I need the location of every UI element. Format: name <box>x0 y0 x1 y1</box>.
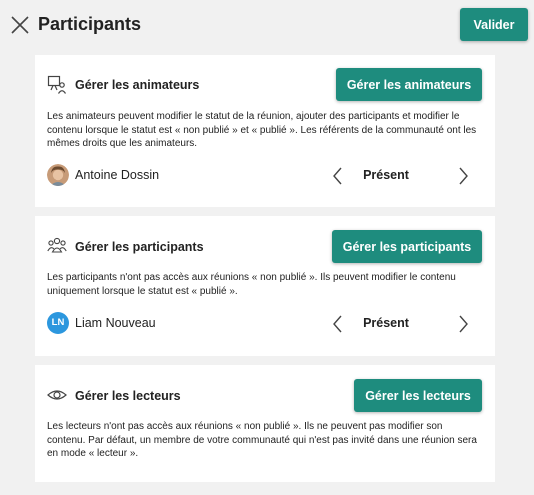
validate-button[interactable]: Valider <box>460 8 528 41</box>
manage-participants-button[interactable]: Gérer les participants <box>332 230 482 263</box>
avatar: LN <box>47 312 69 334</box>
card-title: Gérer les participants <box>75 240 204 254</box>
participant-row: LN Liam Nouveau Présent <box>47 311 483 337</box>
chevron-right-icon[interactable] <box>456 314 470 334</box>
presenter-icon <box>47 75 67 94</box>
card-description: Les participants n'ont pas accès aux réu… <box>47 272 456 297</box>
avatar <box>47 164 69 186</box>
eye-icon <box>47 390 67 400</box>
card-title: Gérer les lecteurs <box>75 389 181 403</box>
card-title: Gérer les animateurs <box>75 78 200 92</box>
group-icon <box>47 237 67 253</box>
manage-animators-button[interactable]: Gérer les animateurs <box>336 68 482 101</box>
participant-name: Liam Nouveau <box>75 316 156 330</box>
manage-readers-button[interactable]: Gérer les lecteurs <box>354 379 482 412</box>
page-title: Participants <box>38 14 142 34</box>
chevron-right-icon[interactable] <box>456 166 470 186</box>
status-label: Présent <box>363 316 409 330</box>
card-description: Les animateurs peuvent modifier le statu… <box>47 111 477 149</box>
card-participants: Gérer les participants Gérer les partici… <box>35 216 495 356</box>
participant-row: Antoine Dossin Présent <box>47 163 483 189</box>
card-description: Les lecteurs n'ont pas accès aux réunion… <box>47 421 477 459</box>
close-icon[interactable] <box>10 15 30 35</box>
status-label: Présent <box>363 168 409 182</box>
participant-name: Antoine Dossin <box>75 168 160 182</box>
card-readers: Gérer les lecteurs Gérer les lecteurs Le… <box>35 365 495 482</box>
card-animators: Gérer les animateurs Gérer les animateur… <box>35 55 495 207</box>
page-header: Participants Valider <box>0 0 534 48</box>
